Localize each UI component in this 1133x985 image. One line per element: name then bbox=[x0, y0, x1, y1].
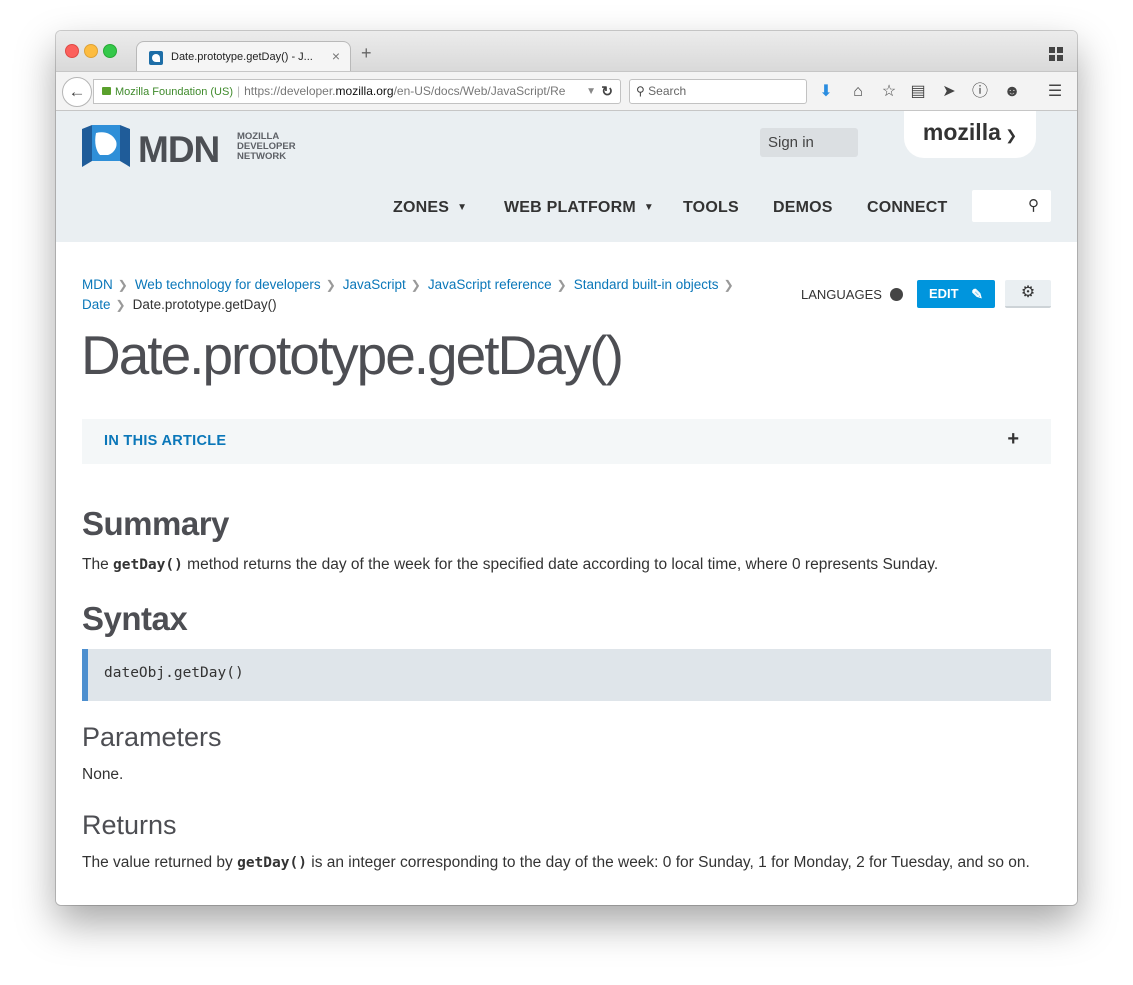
returns-text: The value returned by getDay() is an int… bbox=[82, 854, 1030, 871]
gear-icon[interactable]: ⚙ bbox=[1005, 280, 1051, 308]
plus-icon[interactable]: + bbox=[1007, 428, 1019, 451]
syntax-heading: Syntax bbox=[82, 600, 188, 637]
mdn-header: MDN MOZILLA DEVELOPER NETWORK Sign in mo… bbox=[56, 111, 1077, 242]
search-icon: ⚲ bbox=[636, 84, 645, 98]
browser-tab[interactable]: Date.prototype.getDay() - J... × bbox=[136, 41, 351, 72]
reading-list-icon[interactable]: ▤ bbox=[907, 81, 929, 103]
breadcrumb-link[interactable]: JavaScript reference bbox=[428, 277, 552, 292]
languages-label: LANGUAGES bbox=[801, 287, 882, 302]
mozilla-wordmark: mozilla bbox=[922, 119, 1001, 145]
breadcrumb-link[interactable]: Date bbox=[82, 297, 111, 312]
breadcrumb-link[interactable]: Web technology for developers bbox=[135, 277, 321, 292]
in-this-article-toggle[interactable]: IN THIS ARTICLE + bbox=[82, 419, 1051, 464]
info-icon[interactable]: ⓘ bbox=[969, 81, 991, 103]
mdn-favicon-icon bbox=[149, 51, 163, 65]
minimize-window-button[interactable] bbox=[84, 44, 98, 58]
breadcrumb: MDN ❯ Web technology for developers ❯ JavaSc… bbox=[82, 277, 734, 312]
search-icon: ⚲ bbox=[1028, 197, 1039, 214]
summary-heading: Summary bbox=[82, 505, 229, 542]
syntax-code-block: dateObj.getDay() bbox=[82, 649, 1051, 701]
url-text[interactable]: https://developer.mozilla.org/en-US/docs… bbox=[244, 84, 565, 98]
new-tab-button[interactable]: + bbox=[361, 43, 372, 64]
sign-in-button[interactable]: Sign in bbox=[760, 128, 858, 157]
site-identity[interactable]: Mozilla Foundation (US) bbox=[115, 86, 233, 98]
caret-down-icon: ▼ bbox=[643, 202, 654, 213]
pencil-icon: ✎ bbox=[971, 286, 983, 302]
search-placeholder: Search bbox=[648, 84, 687, 98]
chat-icon[interactable]: ☻ bbox=[1001, 81, 1023, 103]
page-title: Date.prototype.getDay() bbox=[81, 324, 624, 386]
page-content: MDN MOZILLA DEVELOPER NETWORK Sign in mo… bbox=[56, 111, 1077, 905]
tab-title: Date.prototype.getDay() - J... bbox=[171, 51, 313, 63]
site-search-input[interactable]: ⚲ bbox=[972, 190, 1051, 222]
mdn-logo-text[interactable]: MDN bbox=[138, 129, 220, 171]
tab-close-icon[interactable]: × bbox=[332, 48, 340, 64]
lock-icon bbox=[102, 87, 111, 95]
nav-web-platform[interactable]: WEB PLATFORM ▼ bbox=[504, 199, 654, 217]
url-history-dropdown-icon[interactable]: ▼ bbox=[586, 80, 596, 103]
bookmark-star-icon[interactable]: ☆ bbox=[878, 81, 900, 103]
edit-button[interactable]: EDIT ✎ bbox=[917, 280, 995, 308]
send-icon[interactable]: ➤ bbox=[938, 81, 960, 103]
mdn-logo-icon[interactable] bbox=[82, 125, 130, 167]
browser-window: Date.prototype.getDay() - J... × + ← Moz… bbox=[56, 31, 1077, 905]
tabs-grid-icon[interactable] bbox=[1049, 47, 1063, 61]
close-window-button[interactable] bbox=[65, 44, 79, 58]
chevron-down-icon: ❯ bbox=[1005, 127, 1018, 143]
breadcrumb-link[interactable]: Standard built-in objects bbox=[574, 277, 719, 292]
nav-zones[interactable]: ZONES ▼ bbox=[393, 199, 467, 217]
nav-tools[interactable]: TOOLS bbox=[683, 199, 739, 217]
nav-toolbar: ← Mozilla Foundation (US) | https://develo… bbox=[56, 71, 1077, 111]
parameters-text: None. bbox=[82, 766, 124, 783]
reload-icon[interactable]: ↻ bbox=[601, 80, 613, 103]
mdn-logo-subtitle: MOZILLA DEVELOPER NETWORK bbox=[237, 131, 296, 162]
zoom-window-button[interactable] bbox=[103, 44, 117, 58]
summary-text: The getDay() method returns the day of t… bbox=[82, 556, 939, 573]
nav-demos[interactable]: DEMOS bbox=[773, 199, 833, 217]
caret-down-icon: ▼ bbox=[457, 202, 468, 213]
mozilla-tab[interactable]: mozilla ❯ bbox=[904, 111, 1036, 158]
download-icon[interactable]: ⬇ bbox=[815, 81, 837, 103]
search-input[interactable]: ⚲ Search bbox=[629, 79, 807, 104]
url-bar[interactable]: Mozilla Foundation (US) | https://develope… bbox=[93, 79, 621, 104]
returns-heading: Returns bbox=[82, 810, 177, 840]
breadcrumb-current: Date.prototype.getDay() bbox=[132, 297, 277, 312]
edit-label: EDIT bbox=[929, 286, 959, 301]
parameters-heading: Parameters bbox=[82, 722, 222, 752]
syntax-code: dateObj.getDay() bbox=[104, 665, 244, 681]
globe-icon bbox=[889, 288, 903, 301]
toc-label: IN THIS ARTICLE bbox=[104, 433, 227, 449]
title-bar: Date.prototype.getDay() - J... × + bbox=[56, 31, 1077, 72]
languages-button[interactable]: LANGUAGES bbox=[801, 287, 903, 302]
breadcrumb-link[interactable]: JavaScript bbox=[343, 277, 406, 292]
back-arrow-icon[interactable]: ← bbox=[62, 77, 92, 107]
breadcrumb-link[interactable]: MDN bbox=[82, 277, 113, 292]
home-icon[interactable]: ⌂ bbox=[847, 81, 869, 103]
nav-connect[interactable]: CONNECT bbox=[867, 199, 948, 217]
menu-icon[interactable]: ☰ bbox=[1044, 81, 1066, 103]
